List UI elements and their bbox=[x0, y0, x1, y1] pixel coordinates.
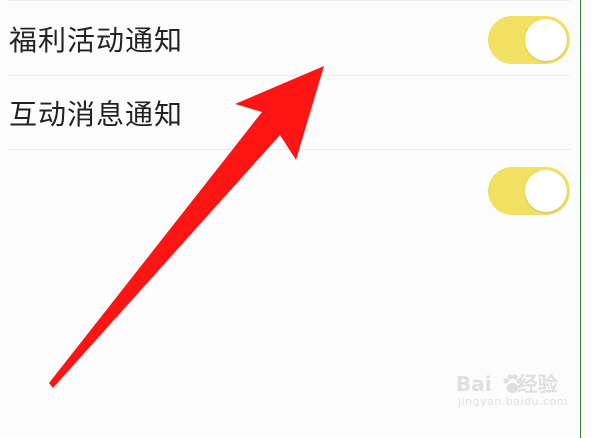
watermark-site: jingyan.baidu.com bbox=[458, 395, 569, 408]
setting-label-interaction-message: 互动消息通知 bbox=[9, 98, 184, 131]
toggle-knob bbox=[525, 170, 567, 212]
setting-row-interaction-message[interactable]: 互动消息通知 bbox=[0, 77, 580, 215]
setting-row-welfare-activity[interactable]: 福利活动通知 bbox=[0, 3, 580, 77]
interaction-message-toggle[interactable] bbox=[488, 167, 570, 215]
toggle-knob bbox=[525, 19, 567, 61]
setting-label-welfare-activity: 福利活动通知 bbox=[9, 24, 184, 57]
watermark: Bai 经验 jingyan.baidu.com bbox=[456, 372, 568, 412]
divider bbox=[8, 0, 570, 1]
welfare-activity-toggle[interactable] bbox=[488, 16, 570, 64]
divider bbox=[8, 149, 570, 150]
divider bbox=[8, 75, 570, 76]
paw-icon bbox=[503, 374, 522, 393]
